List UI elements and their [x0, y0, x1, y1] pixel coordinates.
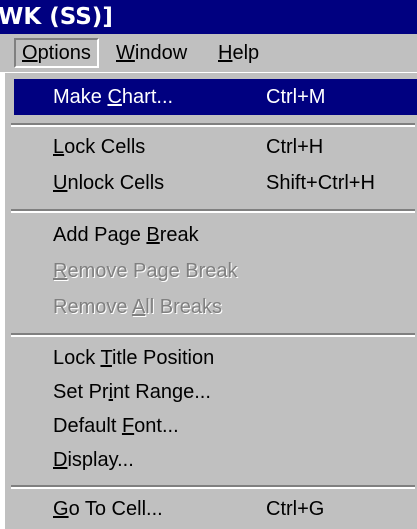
menu-item-shortcut: Ctrl+H [266, 136, 324, 158]
options-dropdown-menu: Make Chart... Ctrl+M Lock Cells Ctrl+H U… [2, 72, 417, 529]
label-post: isplay... [67, 449, 134, 471]
label-mnemonic: C [107, 86, 122, 108]
menu-item-shortcut: Shift+Ctrl+H [266, 172, 375, 194]
label-mnemonic: R [53, 260, 68, 282]
label-post: ock Cells [64, 136, 146, 158]
label-post: reak [159, 224, 199, 246]
label-mnemonic: U [53, 172, 68, 194]
menu-item-label: Display... [53, 442, 134, 478]
menu-item-label: Remove All Breaks [53, 289, 222, 325]
menu-options-post: ptions [37, 42, 91, 64]
label-post: ll Breaks [145, 296, 222, 318]
label-post: itle Position [111, 347, 215, 369]
menu-window-mnemonic: W [116, 42, 135, 64]
window-title-bar[interactable]: WK (SS)] [0, 0, 417, 34]
menu-separator [11, 123, 415, 127]
label-mnemonic: A [131, 296, 146, 318]
menu-options[interactable]: Options [14, 38, 99, 68]
window-title: WK (SS)] [0, 4, 113, 30]
menu-item-label: Lock Cells [53, 129, 145, 165]
menu-item-set-print-range[interactable]: Set Print Range... [14, 374, 417, 410]
menu-window[interactable]: Window [110, 38, 193, 68]
menu-item-make-chart[interactable]: Make Chart... Ctrl+M [14, 79, 417, 115]
label-post: emove Page Break [67, 260, 238, 282]
menu-item-default-font[interactable]: Default Font... [14, 408, 417, 444]
label-mnemonic: D [53, 449, 68, 471]
label-mnemonic: L [53, 136, 65, 158]
menu-item-label: Unlock Cells [53, 165, 164, 201]
menu-bar: Options Window Help [0, 34, 417, 72]
menu-item-label: Add Page Break [53, 217, 199, 253]
label-post: o To Cell... [68, 498, 163, 520]
menu-separator [11, 209, 415, 213]
menu-item-label: Remove Page Break [53, 253, 238, 289]
label-pre: Add Page [53, 224, 147, 246]
menu-item-label: Go To Cell... [53, 491, 163, 527]
label-mnemonic: B [146, 224, 160, 246]
menu-item-lock-cells[interactable]: Lock Cells Ctrl+H [14, 129, 417, 165]
menu-item-remove-all-breaks: Remove All Breaks [14, 289, 417, 325]
menu-separator [11, 333, 415, 337]
menu-options-mnemonic: O [22, 42, 38, 64]
menu-window-post: indow [134, 42, 188, 64]
label-post: nt Range... [113, 381, 211, 403]
menu-help-post: elp [232, 42, 260, 64]
label-post: hart... [121, 86, 174, 108]
menu-item-display[interactable]: Display... [14, 442, 417, 478]
menu-separator [11, 485, 415, 489]
label-post: ont... [134, 415, 179, 437]
label-post: nlock Cells [67, 172, 165, 194]
menu-item-label: Make Chart... [53, 79, 173, 115]
screen: WK (SS)] Options Window Help Make Chart.… [0, 0, 417, 529]
menu-item-unlock-cells[interactable]: Unlock Cells Shift+Ctrl+H [14, 165, 417, 201]
menu-item-label: Set Print Range... [53, 374, 211, 410]
menu-help-mnemonic: H [218, 42, 233, 64]
menu-item-lock-title-position[interactable]: Lock Title Position [14, 340, 417, 376]
label-mnemonic: F [121, 415, 135, 437]
menu-item-go-to-cell[interactable]: Go To Cell... Ctrl+G [14, 491, 417, 527]
menu-help[interactable]: Help [212, 38, 265, 68]
label-pre: Default [53, 415, 122, 437]
label-mnemonic: T [100, 347, 112, 369]
menu-item-add-page-break[interactable]: Add Page Break [14, 217, 417, 253]
menu-item-shortcut: Ctrl+G [266, 498, 325, 520]
label-pre: Set Pr [53, 381, 109, 403]
label-pre: Remove [53, 296, 132, 318]
menu-item-shortcut: Ctrl+M [266, 86, 326, 108]
label-mnemonic: G [53, 498, 69, 520]
menu-item-label: Default Font... [53, 408, 179, 444]
menu-item-label: Lock Title Position [53, 340, 214, 376]
label-pre: Lock [53, 347, 101, 369]
menu-item-remove-page-break: Remove Page Break [14, 253, 417, 289]
label-pre: Make [53, 86, 108, 108]
